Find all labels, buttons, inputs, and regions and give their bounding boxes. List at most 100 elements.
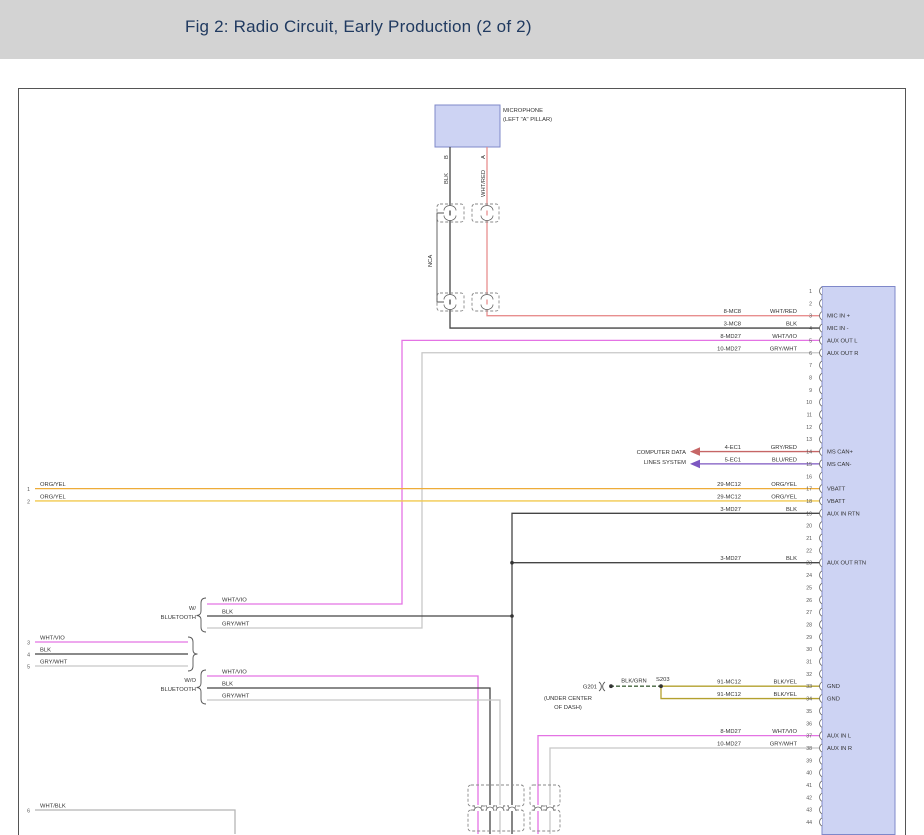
pin-cavity-arc [820,769,822,777]
pin-number: 27 [806,610,812,616]
left-arrow-icon [690,447,700,456]
pin-cavity-arc [820,546,822,554]
pin-number: 39 [806,758,812,764]
circuit-number-label: 8-MD27 [720,334,741,340]
bottom-connector-box [530,810,560,831]
pin-cavity-arc [820,497,822,505]
pin-number: 26 [806,598,812,604]
g201-location-2: OF DASH) [554,705,582,711]
pin-number: 13 [806,437,812,443]
g201-connector-arc [599,682,601,691]
pin-number: 19 [806,511,812,517]
without-bt-label-1: W/O [184,678,196,684]
pin-function-label: MS CAN- [827,462,852,468]
s203-splice-dot [659,684,663,688]
pin-function-label: VBATT [827,499,846,505]
circuit-number-label: 8-MD27 [720,729,741,735]
wire-aux-in-l [538,736,822,834]
with-bt-label-1: W/ [189,606,196,612]
pin-number: 17 [806,487,812,493]
pin-number: 35 [806,709,812,715]
pin-number: 22 [806,548,812,554]
pin-function-label: MIC IN + [827,314,851,320]
pin-number: 30 [806,647,812,653]
pin-cavity-arc [820,756,822,764]
pin-cavity-arc [820,411,822,419]
nca-label: NCA [428,255,434,267]
stub-number: 2 [27,500,30,506]
wire-aux-in-r [550,748,822,834]
pin-function-label: GND [827,684,840,690]
pin-cavity-arc [820,336,822,344]
circuit-number-label: 91-MC12 [717,680,741,686]
mic-wire-whtred-label: WHT/RED [481,170,487,197]
wire-mic-blk [450,147,822,328]
pin-cavity-arc [820,299,822,307]
junctions [510,561,663,688]
wbt-wire-label-2: BLK [222,610,233,616]
microphone-label: MICROPHONE [503,108,543,114]
pin-cavity-arc [820,583,822,591]
g201-location-1: (UNDER CENTER [544,696,592,702]
pin-cavity-arc [820,349,822,357]
pin-cavity-arc [820,472,822,480]
pin-function-label: GND [827,697,840,703]
pin-number: 6 [809,351,812,357]
pin-cavity-arc [820,423,822,431]
terminal-b-label: B [444,155,450,159]
figure-header: Fig 2: Radio Circuit, Early Production (… [0,0,924,59]
pin-cavity-arc [820,448,822,456]
circuit-number-label: 10-MD27 [717,742,741,748]
labels: MICROPHONE (LEFT "A" PILLAR) B BLK A WHT… [27,108,686,815]
pin-cavity-arc [820,571,822,579]
pin-function-label: AUX IN L [827,734,852,740]
pin-cavity-arc [820,324,822,332]
inline-connector-arc [481,206,493,211]
wire-gnd-2 [661,686,822,698]
bottom-connector-box [468,810,524,831]
pin-number: 12 [806,425,812,431]
stub-number: 3 [27,641,30,647]
s203-label: S203 [656,677,670,683]
junction-dot [510,561,514,565]
pin-number: 31 [806,660,812,666]
pin-number: 36 [806,721,812,727]
stub-label: GRY/WHT [40,660,68,666]
pin-function-label: VBATT [827,487,846,493]
wire-color-label: ORG/YEL [771,494,798,500]
computer-data-label-1: COMPUTER DATA [637,450,687,456]
circuit-number-label: 29-MC12 [717,482,741,488]
pin-number: 16 [806,474,812,480]
pin-cavity-arc [820,608,822,616]
inline-connector-arc [444,295,456,300]
pin-number: 43 [806,808,812,814]
wire-color-label: WHT/RED [770,309,797,315]
mic-wire-blk-label: BLK [444,173,450,184]
pin-number: 34 [806,697,812,703]
pin-number: 40 [806,771,812,777]
wire-color-label: WHT/VIO [772,729,797,735]
wire-color-label: GRY/WHT [770,742,798,748]
stub-label: WHT/VIO [40,636,65,642]
wire-color-label: GRY/RED [771,445,797,451]
pin-number: 8 [809,375,812,381]
pin-number: 37 [806,734,812,740]
microphone-box [435,105,500,147]
pin-number: 2 [809,301,812,307]
pin-cavity-arc [820,744,822,752]
stub-label: BLK [40,648,51,654]
pin-function-label: AUX OUT L [827,338,858,344]
pin-number: 44 [806,820,812,826]
wire-color-label: BLK [786,322,797,328]
pin-cavity-arc [820,398,822,406]
circuit-number-label: 5-EC1 [725,457,741,463]
pin-cavity-arc [820,732,822,740]
inline-connector-arc [444,206,456,211]
pin-cavity-arc [820,485,822,493]
pin-cavity-arc [820,670,822,678]
pin-cavity-arc [820,509,822,517]
inline-connector-arc [481,216,493,221]
g201-junction-dot [609,684,613,688]
pin-number: 32 [806,672,812,678]
pin-cavity-arc [820,522,822,530]
